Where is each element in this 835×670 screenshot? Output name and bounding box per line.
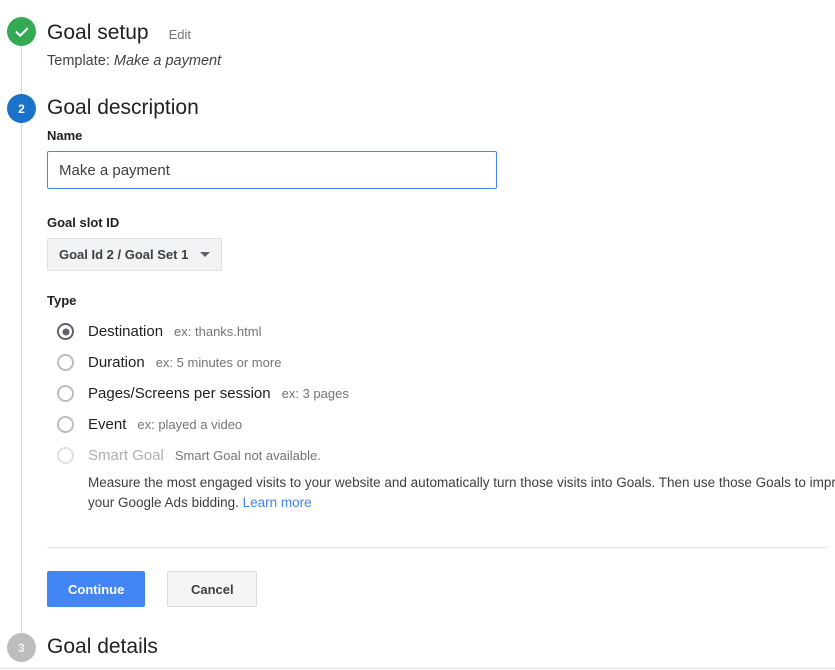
template-value: Make a payment: [113, 53, 222, 69]
radio-label-event: Event: [88, 416, 127, 433]
learn-more-link[interactable]: Learn more: [243, 495, 312, 510]
radio-label-duration: Duration: [88, 354, 145, 371]
cancel-button[interactable]: Cancel: [167, 571, 258, 607]
step-1-heading: Goal setup: [47, 21, 149, 44]
step-1-title-row: Goal setup Edit: [47, 19, 191, 47]
radio-option-event[interactable]: Event ex: played a video: [47, 409, 827, 440]
radio-hint-smart-goal: Smart Goal not available.: [174, 448, 321, 463]
step-3-number-badge: 3: [7, 633, 36, 662]
radio-hint-destination: ex: thanks.html: [174, 324, 262, 339]
radio-icon-smart-goal: [57, 447, 74, 464]
radio-hint-event: ex: played a video: [137, 417, 243, 432]
radio-option-pages-per-session[interactable]: Pages/Screens per session ex: 3 pages: [47, 378, 827, 409]
goal-type-radio-group: Destination ex: thanks.html Duration ex:…: [47, 316, 835, 513]
step-3-heading: Goal details: [47, 635, 158, 658]
goal-description-form: Name Goal slot ID Goal Id 2 / Goal Set 1…: [47, 128, 835, 607]
goal-slot-id-label: Goal slot ID: [47, 215, 120, 230]
radio-label-smart-goal: Smart Goal: [88, 447, 164, 464]
goal-slot-id-dropdown[interactable]: Goal Id 2 / Goal Set 1: [47, 238, 223, 271]
step-2-number-badge: 2: [7, 94, 36, 123]
bottom-divider: [0, 668, 835, 669]
template-label: Template:: [47, 53, 110, 69]
radio-hint-duration: ex: 5 minutes or more: [155, 355, 282, 370]
goal-setup-wizard: Goal setup Edit Template: Make a payment…: [0, 0, 835, 670]
type-field-label: Type: [47, 293, 77, 308]
form-divider: [47, 547, 827, 548]
continue-button[interactable]: Continue: [47, 571, 146, 607]
radio-option-duration[interactable]: Duration ex: 5 minutes or more: [47, 347, 827, 378]
chevron-down-icon: [200, 252, 211, 257]
radio-option-destination[interactable]: Destination ex: thanks.html: [47, 316, 827, 347]
radio-label-pages-per-session: Pages/Screens per session: [88, 385, 271, 402]
radio-hint-pages-per-session: ex: 3 pages: [281, 386, 349, 401]
goal-slot-id-value: Goal Id 2 / Goal Set 1: [59, 247, 189, 262]
smart-goal-description: Measure the most engaged visits to your …: [88, 473, 835, 513]
step-connector-rail: [21, 34, 22, 646]
radio-option-smart-goal: Smart Goal Smart Goal not available.: [47, 440, 827, 471]
radio-icon-duration: [57, 354, 74, 371]
step-1-completed-icon: [7, 17, 36, 46]
radio-icon-destination: [57, 323, 74, 340]
radio-label-destination: Destination: [88, 323, 164, 340]
goal-name-input[interactable]: [47, 151, 497, 189]
template-summary: Template: Make a payment: [47, 53, 221, 69]
smart-goal-description-text: Measure the most engaged visits to your …: [88, 475, 835, 510]
edit-goal-setup-link[interactable]: Edit: [169, 27, 191, 42]
radio-icon-event: [57, 416, 74, 433]
name-field-label: Name: [47, 128, 83, 143]
form-action-buttons: Continue Cancel: [47, 571, 827, 607]
step-2-heading: Goal description: [47, 96, 199, 119]
radio-icon-pages-per-session: [57, 385, 74, 402]
